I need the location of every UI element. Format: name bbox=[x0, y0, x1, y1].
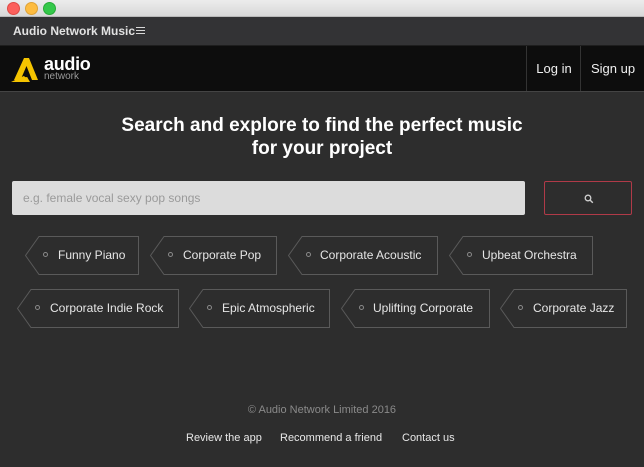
headline-line-1: Search and explore to find the perfect m… bbox=[121, 115, 523, 136]
tag-button[interactable]: Funny Piano bbox=[25, 236, 139, 275]
tag-label: Upbeat Orchestra bbox=[482, 248, 577, 262]
headline-line-2: for your project bbox=[251, 138, 393, 159]
tag-label: Uplifting Corporate bbox=[373, 301, 474, 315]
app-bar: Audio Network Music bbox=[0, 17, 644, 46]
contact-us-link[interactable]: Contact us bbox=[402, 432, 455, 444]
logo-mark-icon bbox=[11, 58, 38, 82]
app-window: Audio Network Music audio network Log in… bbox=[0, 0, 644, 467]
page-headline: Search and explore to find the perfect m… bbox=[0, 114, 644, 160]
review-app-link[interactable]: Review the app bbox=[186, 432, 262, 444]
close-window-icon[interactable] bbox=[7, 2, 20, 15]
tag-label: Corporate Pop bbox=[183, 248, 262, 262]
app-title: Audio Network Music bbox=[13, 24, 136, 38]
tag-button[interactable]: Corporate Acoustic bbox=[288, 236, 438, 275]
search-input[interactable] bbox=[12, 181, 525, 215]
minimize-window-icon[interactable] bbox=[25, 2, 38, 15]
tag-button[interactable]: Epic Atmospheric bbox=[189, 289, 330, 328]
tag-button[interactable]: Corporate Pop bbox=[150, 236, 277, 275]
hamburger-menu-icon[interactable] bbox=[136, 27, 145, 34]
recommend-friend-link[interactable]: Recommend a friend bbox=[280, 432, 382, 444]
maximize-window-icon[interactable] bbox=[43, 2, 56, 15]
logo-text-network: network bbox=[44, 71, 80, 82]
tag-label: Corporate Jazz bbox=[533, 301, 615, 315]
signup-link[interactable]: Sign up bbox=[580, 46, 644, 91]
search-button[interactable] bbox=[544, 181, 632, 215]
tag-label: Epic Atmospheric bbox=[222, 301, 315, 315]
copyright-text: © Audio Network Limited 2016 bbox=[247, 404, 397, 416]
window-titlebar bbox=[0, 0, 644, 17]
tag-label: Corporate Indie Rock bbox=[50, 301, 164, 315]
tag-button[interactable]: Upbeat Orchestra bbox=[449, 236, 593, 275]
main-content: Search and explore to find the perfect m… bbox=[0, 92, 644, 467]
tag-button[interactable]: Corporate Indie Rock bbox=[17, 289, 179, 328]
tag-button[interactable]: Corporate Jazz bbox=[500, 289, 627, 328]
search-icon bbox=[584, 194, 594, 204]
audio-network-logo[interactable]: audio network bbox=[11, 55, 101, 83]
tag-label: Funny Piano bbox=[58, 248, 126, 262]
tag-button[interactable]: Uplifting Corporate bbox=[341, 289, 490, 328]
tag-label: Corporate Acoustic bbox=[320, 248, 422, 262]
login-link[interactable]: Log in bbox=[526, 46, 581, 91]
site-header: audio network Log in Sign up bbox=[0, 46, 644, 92]
